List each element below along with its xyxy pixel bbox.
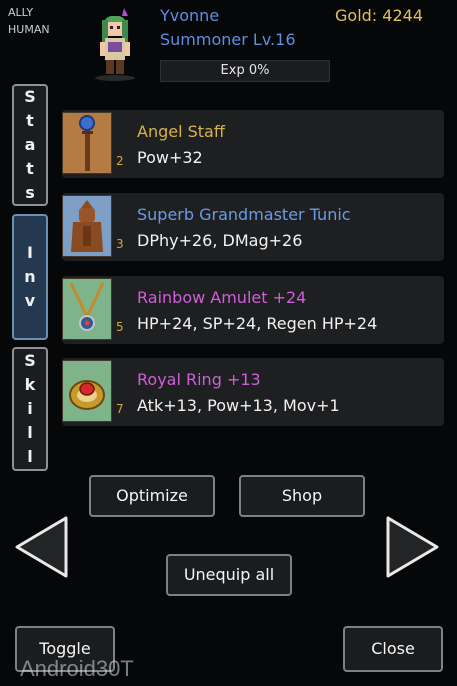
tab-inv-letter: I: [27, 243, 33, 262]
prev-arrow-icon[interactable]: [14, 516, 68, 578]
next-arrow-icon[interactable]: [386, 516, 440, 578]
race-label: HUMAN: [8, 23, 50, 36]
tab-stats-letter: t: [26, 159, 34, 178]
tab-skill-letter: l: [27, 447, 33, 466]
tab-skill-letter: i: [27, 399, 33, 418]
tab-stats[interactable]: S t a t s: [12, 84, 48, 206]
tab-inv-letter: n: [24, 267, 36, 286]
item-quantity: 3: [116, 237, 124, 251]
shop-button[interactable]: Shop: [239, 475, 365, 517]
tab-inv[interactable]: I n v: [12, 214, 48, 340]
inventory-item[interactable]: 2 Angel Staff Pow+32: [62, 110, 444, 178]
character-portrait: [88, 6, 142, 82]
item-stats: DPhy+26, DMag+26: [137, 231, 303, 250]
ring-icon: [62, 360, 112, 422]
item-stats: Atk+13, Pow+13, Mov+1: [137, 396, 340, 415]
staff-icon: [62, 112, 112, 174]
close-button[interactable]: Close: [343, 626, 443, 672]
item-quantity: 5: [116, 320, 124, 334]
tab-stats-letter: a: [24, 135, 36, 154]
optimize-button[interactable]: Optimize: [89, 475, 215, 517]
item-quantity: 2: [116, 154, 124, 168]
tab-stats-letter: S: [24, 87, 36, 106]
tab-skill-letter: l: [27, 423, 33, 442]
tab-stats-letter: s: [25, 183, 35, 202]
amulet-icon: [62, 278, 112, 340]
tab-skill[interactable]: S k i l l: [12, 347, 48, 471]
inventory-item[interactable]: 3 Superb Grandmaster Tunic DPhy+26, DMag…: [62, 193, 444, 261]
item-name: Superb Grandmaster Tunic: [137, 205, 351, 224]
item-stats: Pow+32: [137, 148, 203, 167]
tab-stats-letter: t: [26, 111, 34, 130]
tab-skill-letter: k: [24, 375, 36, 394]
item-name: Angel Staff: [137, 122, 225, 141]
item-name: Rainbow Amulet +24: [137, 288, 307, 307]
tab-skill-letter: S: [24, 351, 36, 370]
tab-inv-letter: v: [24, 291, 36, 310]
unequip-all-button[interactable]: Unequip all: [166, 554, 292, 596]
tunic-icon: [62, 195, 112, 257]
exp-bar: Exp 0%: [160, 60, 330, 82]
class-level: Summoner Lv.16: [160, 30, 296, 49]
item-quantity: 7: [116, 402, 124, 416]
character-name: Yvonne: [160, 6, 220, 25]
watermark: Android30T: [20, 656, 134, 681]
gold-amount: Gold: 4244: [335, 6, 423, 25]
inventory-item[interactable]: 5 Rainbow Amulet +24 HP+24, SP+24, Regen…: [62, 276, 444, 344]
item-stats: HP+24, SP+24, Regen HP+24: [137, 314, 378, 333]
inventory-item[interactable]: 7 Royal Ring +13 Atk+13, Pow+13, Mov+1: [62, 358, 444, 426]
item-name: Royal Ring +13: [137, 370, 261, 389]
ally-label: ALLY: [8, 6, 34, 19]
